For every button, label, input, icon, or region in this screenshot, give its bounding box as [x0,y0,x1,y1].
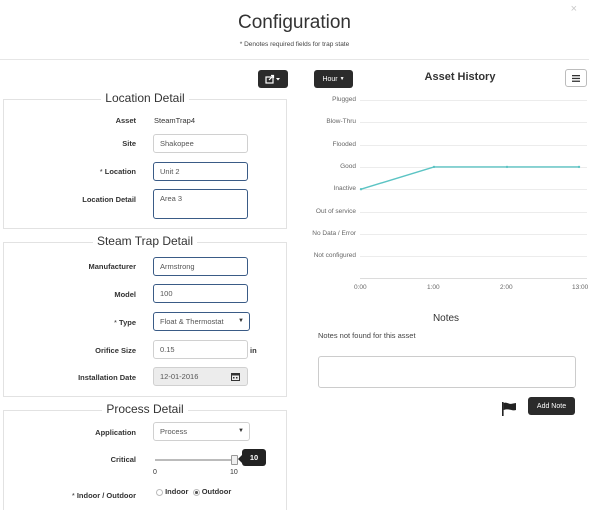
data-point [359,188,363,191]
flag-icon[interactable] [501,402,517,416]
data-point [432,165,436,169]
series-line [360,166,579,190]
data-point [505,165,509,169]
notes-title: Notes [432,313,460,324]
note-textarea[interactable] [318,356,576,388]
data-point [577,165,581,169]
add-note-button[interactable]: Add Note [528,397,575,415]
asset-history-line [359,165,581,191]
notes-empty-text: Notes not found for this asset [318,331,416,340]
